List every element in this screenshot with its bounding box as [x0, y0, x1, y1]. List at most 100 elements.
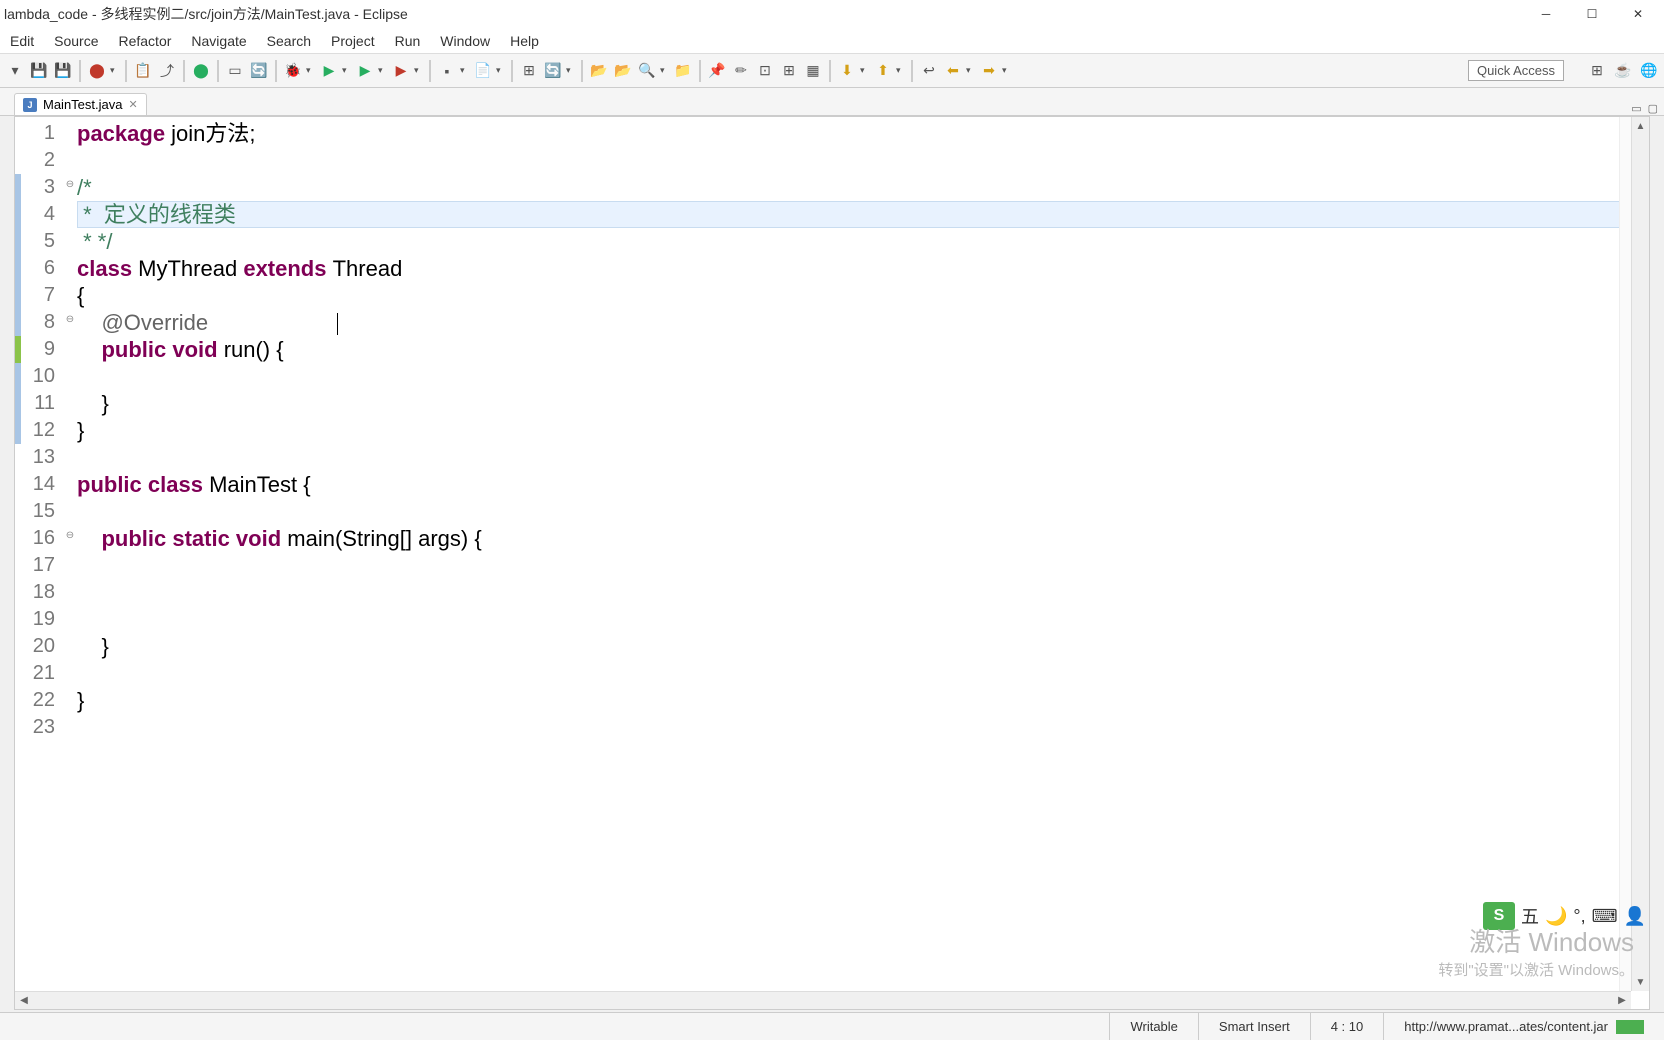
dropdown-icon[interactable]: ▾ — [306, 65, 316, 76]
ime-moon-icon[interactable]: 🌙 — [1545, 906, 1567, 927]
dropdown-icon[interactable]: ▾ — [566, 65, 576, 76]
terminate-icon[interactable]: ▪ — [436, 60, 458, 82]
quick-access-input[interactable]: Quick Access — [1468, 60, 1564, 81]
code-line[interactable]: public void run() { — [77, 336, 1649, 363]
close-button[interactable]: ✕ — [1624, 4, 1652, 24]
menu-window[interactable]: Window — [430, 29, 500, 53]
last-edit-icon[interactable]: ↩ — [918, 60, 940, 82]
scroll-down-icon[interactable]: ▼ — [1632, 973, 1649, 991]
menu-project[interactable]: Project — [321, 29, 385, 53]
next-annotation-icon[interactable]: ⬇ — [836, 60, 858, 82]
tab-maintest[interactable]: J MainTest.java ✕ — [14, 93, 147, 115]
code-line[interactable]: { — [77, 282, 1649, 309]
menu-edit[interactable]: Edit — [0, 29, 44, 53]
horizontal-scrollbar[interactable]: ◀ ▶ — [15, 991, 1631, 1009]
toggle-mark-icon[interactable]: 📌 — [706, 60, 728, 82]
minimize-view-icon[interactable]: ▭ — [1631, 102, 1641, 115]
ime-brand-icon[interactable]: S — [1483, 902, 1515, 930]
coverage-icon[interactable]: ▶ — [354, 60, 376, 82]
build-icon[interactable]: ⬤ — [86, 60, 108, 82]
new-server-icon[interactable]: ⊞ — [518, 60, 540, 82]
forward-icon[interactable]: ➡ — [978, 60, 1000, 82]
code-line[interactable] — [77, 363, 1649, 390]
scroll-right-icon[interactable]: ▶ — [1613, 992, 1631, 1009]
menu-refactor[interactable]: Refactor — [108, 29, 181, 53]
debug-icon[interactable]: 🐞 — [282, 60, 304, 82]
code-line[interactable]: } — [77, 633, 1649, 660]
code-line[interactable]: public class MainTest { — [77, 471, 1649, 498]
code-line[interactable] — [77, 444, 1649, 471]
ime-toolbar[interactable]: S 五 🌙 °, ⌨ 👤 — [1483, 902, 1646, 930]
dropdown-icon[interactable]: ▾ — [460, 65, 470, 76]
dropdown-icon[interactable]: ▾ — [496, 65, 506, 76]
resource-icon[interactable]: 📁 — [672, 60, 694, 82]
code-line[interactable] — [77, 579, 1649, 606]
dropdown-icon[interactable]: ▾ — [110, 65, 120, 76]
code-line[interactable]: package join方法; — [77, 120, 1649, 147]
code-line[interactable]: } — [77, 417, 1649, 444]
dropdown-icon[interactable]: ▾ — [1002, 65, 1012, 76]
back-icon[interactable]: ⬅ — [942, 60, 964, 82]
refresh-icon[interactable]: 🔄 — [248, 60, 270, 82]
tool-icon[interactable]: 📋 — [132, 60, 154, 82]
code-line[interactable]: * */ — [77, 228, 1649, 255]
code-line[interactable] — [77, 552, 1649, 579]
code-line[interactable] — [77, 714, 1649, 741]
dropdown-icon[interactable]: ▾ — [660, 65, 670, 76]
ime-keyboard-icon[interactable]: ⌨ — [1592, 906, 1618, 927]
fold-toggle[interactable]: ⊖ — [63, 306, 77, 333]
code-editor[interactable]: 1234567891011121314151617181920212223 ⊖⊖… — [14, 116, 1650, 1010]
menu-source[interactable]: Source — [44, 29, 108, 53]
task-icon[interactable]: ⊡ — [754, 60, 776, 82]
dropdown-icon[interactable]: ▾ — [378, 65, 388, 76]
menu-search[interactable]: Search — [257, 29, 321, 53]
code-line[interactable] — [77, 147, 1649, 174]
breadcrumb-icon[interactable]: ▦ — [802, 60, 824, 82]
code-line[interactable]: /* — [77, 174, 1649, 201]
code-line[interactable] — [77, 498, 1649, 525]
maximize-button[interactable]: ☐ — [1578, 4, 1606, 24]
ime-user-icon[interactable]: 👤 — [1624, 906, 1646, 927]
ext-run-icon[interactable]: ▶ — [390, 60, 412, 82]
dropdown-icon[interactable]: ▾ — [860, 65, 870, 76]
vertical-scrollbar[interactable]: ▲ ▼ — [1631, 117, 1649, 991]
dropdown-icon[interactable]: ▾ — [342, 65, 352, 76]
new-class-icon[interactable]: 📄 — [472, 60, 494, 82]
maximize-view-icon[interactable]: ▢ — [1648, 102, 1658, 115]
code-line[interactable]: } — [77, 390, 1649, 417]
toggle-icon[interactable]: ▭ — [224, 60, 246, 82]
fold-toggle[interactable]: ⊖ — [63, 522, 77, 549]
dropdown-icon[interactable]: ▾ — [414, 65, 424, 76]
skip-icon[interactable]: ⤴ — [156, 60, 178, 82]
code-line[interactable]: @Override — [77, 309, 1649, 336]
perspective-java-icon[interactable]: ☕ — [1612, 60, 1634, 82]
menu-run[interactable]: Run — [385, 29, 431, 53]
menu-navigate[interactable]: Navigate — [181, 29, 256, 53]
new-icon[interactable]: ▾ — [4, 60, 26, 82]
perspective-open-icon[interactable]: ⊞ — [1586, 60, 1608, 82]
ime-mode[interactable]: 五 — [1521, 903, 1539, 929]
code-line[interactable] — [77, 660, 1649, 687]
code-line[interactable]: * 定义的线程类 — [77, 201, 1649, 228]
search-icon[interactable]: 🔍 — [636, 60, 658, 82]
edit-icon[interactable]: ✏ — [730, 60, 752, 82]
perspective-jee-icon[interactable]: 🌐 — [1638, 60, 1660, 82]
scroll-left-icon[interactable]: ◀ — [15, 992, 33, 1009]
fold-toggle[interactable]: ⊖ — [63, 171, 77, 198]
code-area[interactable]: package join方法;/* * 定义的线程类 * */class MyT… — [77, 117, 1649, 1009]
debug-stop-icon[interactable]: ⬤ — [190, 60, 212, 82]
run-icon[interactable]: ▶ — [318, 60, 340, 82]
sync-icon[interactable]: 🔄 — [542, 60, 564, 82]
open-type-icon[interactable]: 📂 — [588, 60, 610, 82]
close-icon[interactable]: ✕ — [128, 98, 137, 111]
code-line[interactable]: public static void main(String[] args) { — [77, 525, 1649, 552]
minimize-button[interactable]: ─ — [1532, 4, 1560, 24]
dropdown-icon[interactable]: ▾ — [966, 65, 976, 76]
save-icon[interactable]: 💾 — [28, 60, 50, 82]
outline-icon[interactable]: ⊞ — [778, 60, 800, 82]
code-line[interactable]: } — [77, 687, 1649, 714]
prev-annotation-icon[interactable]: ⬆ — [872, 60, 894, 82]
dropdown-icon[interactable]: ▾ — [896, 65, 906, 76]
open-task-icon[interactable]: 📂 — [612, 60, 634, 82]
scroll-up-icon[interactable]: ▲ — [1632, 117, 1649, 135]
